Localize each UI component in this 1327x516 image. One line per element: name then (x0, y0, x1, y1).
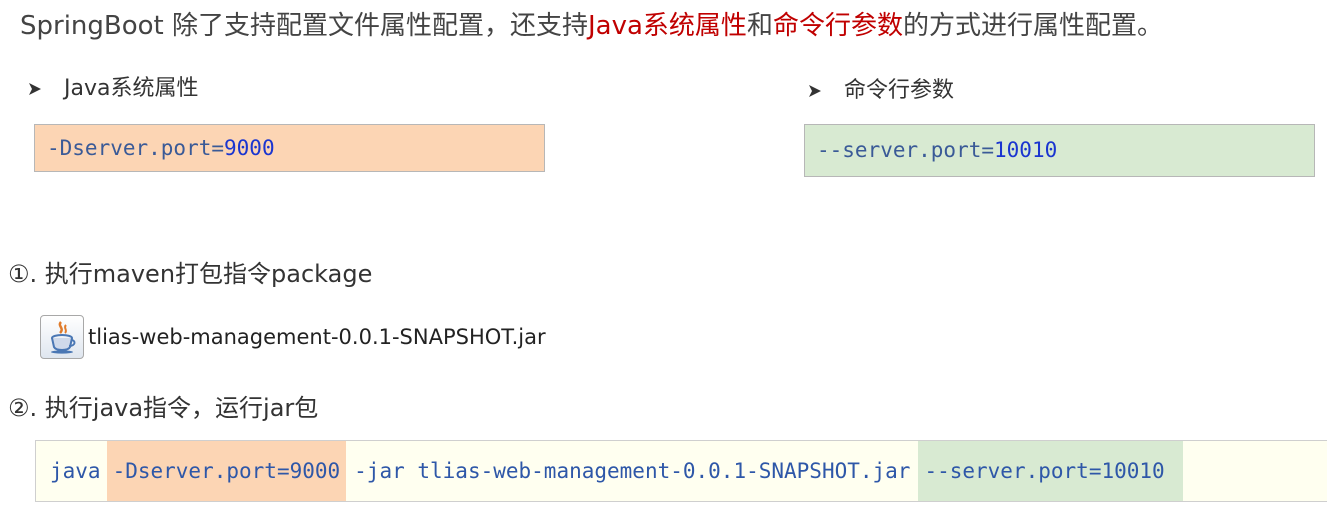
jar-file-name: tlias-web-management-0.0.1-SNAPSHOT.jar (88, 325, 546, 349)
page-heading: SpringBoot 除了支持配置文件属性配置，还支持Java系统属性和命令行参… (20, 8, 1163, 44)
java-props-code-box: -Dserver.port=9000 (34, 124, 545, 172)
arrow-bullet-icon (808, 84, 822, 98)
cmd-args-label: 命令行参数 (844, 78, 955, 103)
cmd-args-code-prefix: --server.port= (817, 138, 995, 162)
java-props-label: Java系统属性 (64, 76, 199, 101)
java-props-code-value: 9000 (224, 136, 275, 160)
cmd-args-code-box: --server.port=10010 (804, 124, 1315, 177)
run-command-box: java -Dserver.port=9000 -jar tlias-web-m… (35, 440, 1327, 502)
step2-label: ②. 执行java指令，运行jar包 (8, 394, 319, 422)
command-system-prop: -Dserver.port=9000 (106, 441, 347, 501)
heading-java-props: Java系统属性 (588, 11, 747, 41)
heading-text-2: 的方式进行属性配置。 (902, 11, 1163, 41)
cmd-args-code-value: 10010 (994, 138, 1058, 162)
heading-and: 和 (746, 11, 773, 41)
command-cmd-arg: --server.port=10010 (918, 441, 1183, 501)
java-jar-icon (40, 315, 84, 359)
step1-label: ①. 执行maven打包指令package (8, 260, 373, 288)
cmd-args-bullet: 命令行参数 (808, 76, 954, 106)
java-props-bullet: Java系统属性 (28, 74, 198, 104)
arrow-bullet-icon (28, 82, 42, 96)
command-java: java (50, 459, 101, 483)
java-props-code-prefix: -Dserver.port= (47, 136, 225, 160)
heading-text-1: SpringBoot 除了支持配置文件属性配置，还支持 (20, 11, 589, 41)
command-jar-part: -jar tlias-web-management-0.0.1-SNAPSHOT… (354, 459, 911, 483)
jar-file-item[interactable]: tlias-web-management-0.0.1-SNAPSHOT.jar (40, 314, 546, 360)
heading-cmd-args: 命令行参数 (772, 11, 903, 41)
